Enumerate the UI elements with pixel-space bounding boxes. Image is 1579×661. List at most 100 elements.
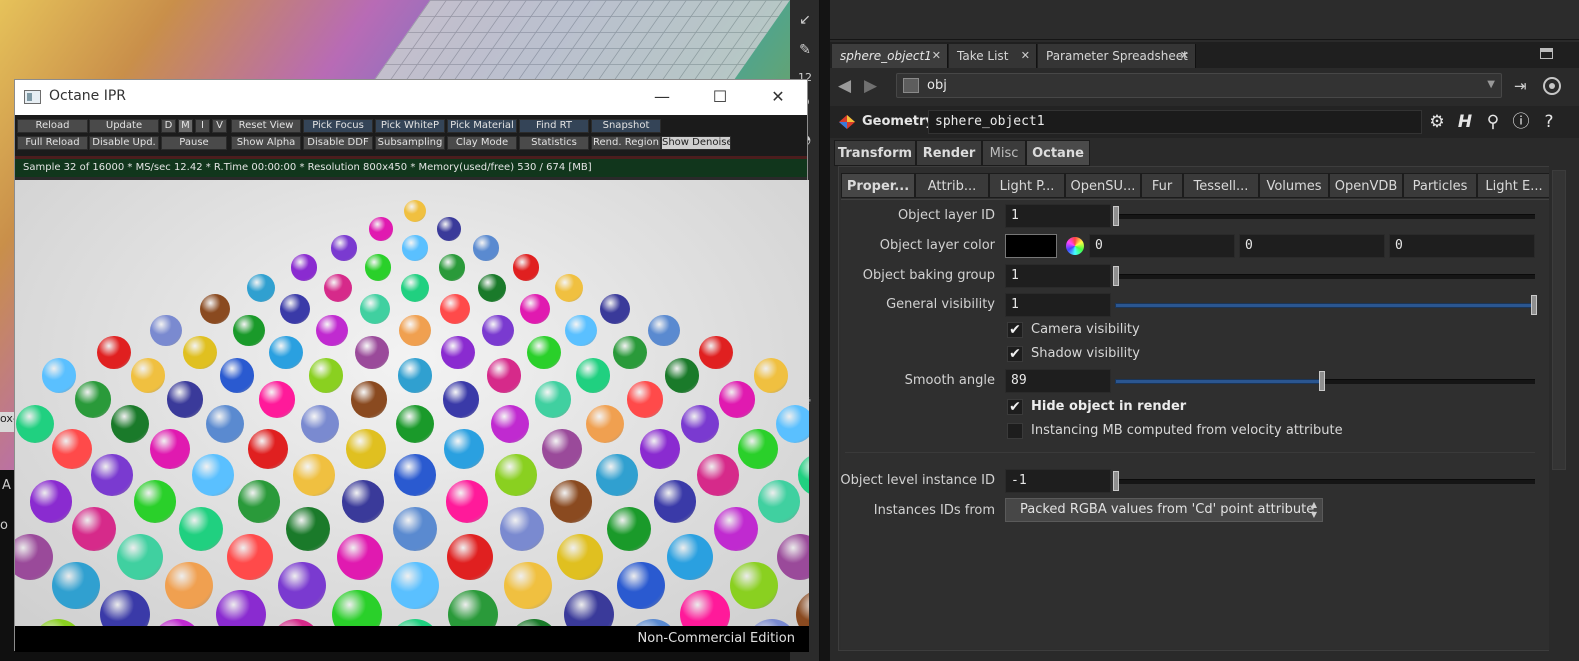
node-name-field[interactable]: sphere_object1 <box>928 110 1422 134</box>
pick-focus-button[interactable]: Pick Focus <box>303 119 373 133</box>
subtab-openvdb[interactable]: OpenVDB <box>1329 173 1403 198</box>
pin-icon[interactable]: ⇥ <box>1514 77 1527 95</box>
subtab-volumes[interactable]: Volumes <box>1259 173 1329 198</box>
subsampling-button[interactable]: Subsampling <box>375 136 445 150</box>
sphere-render <box>246 273 276 302</box>
subtab-properties[interactable]: Proper... <box>841 173 915 198</box>
sphere-render <box>441 336 475 370</box>
layer-color-swatch[interactable] <box>1005 234 1057 258</box>
update-button[interactable]: Update <box>89 119 159 133</box>
tab-octane[interactable]: Octane <box>1026 140 1090 166</box>
subtab-particles[interactable]: Particles <box>1403 173 1477 198</box>
layer-color-r-field[interactable]: 0 <box>1089 234 1235 258</box>
tab-take-list[interactable]: Take List ✕ <box>949 44 1037 68</box>
instance-id-slider[interactable] <box>1115 479 1535 484</box>
instancing-mb-checkbox[interactable] <box>1007 423 1023 439</box>
tab-parameter-spreadsheet[interactable]: Parameter Spreadsheet ✕ <box>1038 44 1196 68</box>
subtab-light-emission[interactable]: Light E... <box>1477 173 1551 198</box>
info-icon[interactable]: ⓘ <box>1510 111 1532 133</box>
hide-object-checkbox[interactable]: ✔ <box>1007 399 1023 415</box>
tab-render[interactable]: Render <box>916 140 982 166</box>
slider-handle[interactable] <box>1113 206 1119 226</box>
tab-sphere-object1[interactable]: sphere_object1 ✕ <box>832 44 948 68</box>
close-tab-icon[interactable]: ✕ <box>1180 44 1189 68</box>
find-rt-button[interactable]: Find RT <box>519 119 589 133</box>
pane-splitter[interactable] <box>820 0 830 661</box>
help-icon[interactable]: ? <box>1538 111 1560 133</box>
show-alpha-button[interactable]: Show Alpha <box>231 136 301 150</box>
slider-handle[interactable] <box>1319 371 1326 391</box>
statistics-button[interactable]: Statistics <box>519 136 589 150</box>
d-toggle-button[interactable]: D <box>161 119 176 133</box>
slider-handle[interactable] <box>1531 295 1537 315</box>
subtab-tessellation[interactable]: Tessell... <box>1183 173 1259 198</box>
slider-handle[interactable] <box>1113 266 1119 286</box>
baking-group-slider[interactable] <box>1115 274 1535 279</box>
instance-id-field[interactable]: -1 <box>1005 469 1111 493</box>
pick-tool-icon[interactable]: ✎ <box>795 40 815 60</box>
disable-update-button[interactable]: Disable Upd. <box>89 136 159 150</box>
parameter-pane: sphere_object1 ✕ Take List ✕ Parameter S… <box>830 0 1579 661</box>
i-toggle-button[interactable]: I <box>195 119 210 133</box>
camera-visibility-checkbox[interactable]: ✔ <box>1007 322 1023 338</box>
handle-tool-icon[interactable]: ↙ <box>795 10 815 30</box>
render-region-button[interactable]: Rend. Region <box>591 136 661 150</box>
chevron-down-icon[interactable]: ▼ <box>1487 79 1495 90</box>
tab-misc[interactable]: Misc <box>982 140 1026 166</box>
smooth-angle-slider[interactable] <box>1115 379 1323 384</box>
general-visibility-slider[interactable] <box>1115 303 1535 308</box>
subtab-fur[interactable]: Fur <box>1141 173 1183 198</box>
help-h-icon[interactable]: H <box>1454 111 1476 133</box>
sphere-render <box>680 590 730 626</box>
subtab-light-pass[interactable]: Light P... <box>989 173 1065 198</box>
gear-icon[interactable]: ⚙ <box>1426 111 1448 133</box>
m-toggle-button[interactable]: M <box>178 119 193 133</box>
pane-menu-icon[interactable] <box>1540 48 1553 59</box>
clay-mode-button[interactable]: Clay Mode <box>447 136 517 150</box>
snapshot-button[interactable]: Snapshot <box>591 119 661 133</box>
layer-color-g-field[interactable]: 0 <box>1239 234 1385 258</box>
sphere-render <box>557 533 603 580</box>
color-wheel-icon[interactable] <box>1066 237 1084 255</box>
sphere-render <box>216 590 266 626</box>
pick-material-button[interactable]: Pick Material <box>447 119 517 133</box>
baking-group-field[interactable]: 1 <box>1005 264 1111 288</box>
pause-button[interactable]: Pause <box>161 136 227 150</box>
close-button[interactable]: ✕ <box>758 82 798 112</box>
reload-button[interactable]: Reload <box>17 119 88 133</box>
full-reload-button[interactable]: Full Reload <box>17 136 88 150</box>
node-type-label: Geometry <box>862 114 934 129</box>
sphere-render <box>392 506 438 551</box>
sphere-render <box>440 293 470 324</box>
maximize-button[interactable]: ☐ <box>700 82 740 112</box>
instances-ids-from-menu[interactable]: Packed RGBA values from 'Cd' point attri… <box>1005 498 1323 522</box>
general-visibility-field[interactable]: 1 <box>1005 293 1111 317</box>
parameter-scrollbar[interactable] <box>1549 166 1569 651</box>
subtab-opensubdiv[interactable]: OpenSU... <box>1065 173 1141 198</box>
pick-whitepoint-button[interactable]: Pick WhiteP <box>375 119 445 133</box>
subtab-attributes[interactable]: Attrib... <box>915 173 989 198</box>
close-tab-icon[interactable]: ✕ <box>1021 44 1030 68</box>
scrollbar-thumb[interactable] <box>1552 170 1566 470</box>
layer-color-b-field[interactable]: 0 <box>1389 234 1535 258</box>
v-toggle-button[interactable]: V <box>212 119 227 133</box>
search-icon[interactable]: ⚲ <box>1482 111 1504 133</box>
slider-handle[interactable] <box>1113 471 1119 491</box>
disable-ddf-button[interactable]: Disable DDF <box>303 136 373 150</box>
smooth-angle-field[interactable]: 89 <box>1005 369 1111 393</box>
forward-arrow-icon[interactable]: ▶ <box>864 76 877 96</box>
object-layer-id-field[interactable]: 1 <box>1005 204 1111 228</box>
octane-render-view[interactable] <box>15 180 809 626</box>
tab-transform[interactable]: Transform <box>834 140 916 166</box>
show-denoise-button[interactable]: Show Denoise <box>661 136 731 150</box>
reset-view-button[interactable]: Reset View <box>231 119 301 133</box>
path-field[interactable]: obj ▼ <box>896 73 1502 98</box>
sphere-render <box>130 358 166 394</box>
object-layer-id-slider[interactable] <box>1115 214 1535 219</box>
back-arrow-icon[interactable]: ◀ <box>838 76 851 96</box>
close-tab-icon[interactable]: ✕ <box>932 44 941 68</box>
shadow-visibility-checkbox[interactable]: ✔ <box>1007 346 1023 362</box>
octane-title-bar[interactable]: Octane IPR — ☐ ✕ <box>15 80 807 115</box>
link-target-icon[interactable] <box>1543 77 1561 95</box>
minimize-button[interactable]: — <box>642 82 682 112</box>
